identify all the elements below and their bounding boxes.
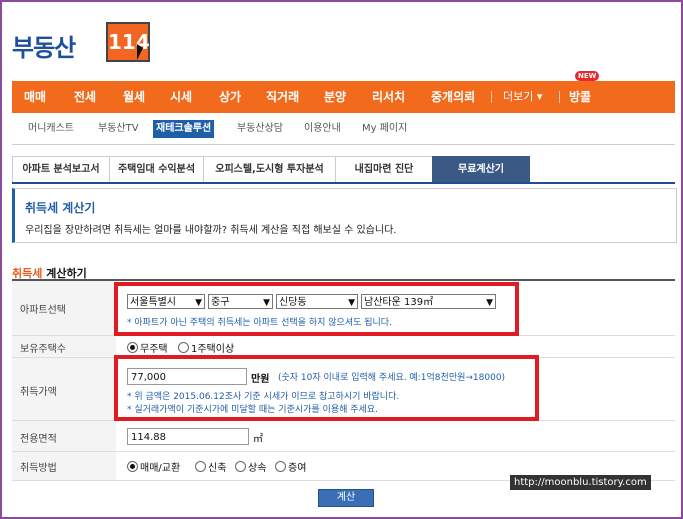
tab-apartment-report[interactable]: 아파트 분석보고서 (12, 156, 110, 182)
tab-officetel-analysis[interactable]: 오피스텔,도시형 투자분석 (203, 156, 336, 182)
watermark: http://moonblu.tistory.com (510, 475, 651, 490)
nav-item-research[interactable]: 리서치 (372, 81, 405, 113)
nav-divider (491, 91, 492, 103)
tab-rental-profit[interactable]: 주택임대 수익분석 (109, 156, 204, 182)
radio-selected-icon (127, 461, 138, 472)
nav-item-more[interactable]: 더보기 ▾ (503, 81, 542, 113)
form-label-apartment: 아파트선택 (12, 281, 116, 335)
tab-bar: 아파트 분석보고서 주택임대 수익분석 오피스텔,도시형 투자분석 내집마련 진… (12, 156, 675, 184)
radio-unselected-icon (235, 461, 246, 472)
radio-one-or-more-house[interactable]: 1주택이상 (178, 340, 234, 355)
radio-selected-icon (127, 342, 138, 353)
radio-unselected-icon (275, 461, 286, 472)
nav-item-presale[interactable]: 분양 (324, 81, 346, 113)
subnav-item-moneycast[interactable]: 머니캐스트 (28, 120, 74, 138)
mouse-cursor-icon (137, 44, 143, 60)
subnav-item-tv[interactable]: 부동산TV (98, 120, 139, 138)
calculate-button[interactable]: 계산 (318, 489, 374, 507)
acquisition-tax-form: 아파트선택 서울특별시 ▼ 중구 ▼ 신당동 ▼ 남산타운 139㎡ ▼ * 아파트가 … (12, 279, 675, 481)
radio-unselected-icon (195, 461, 206, 472)
nav-item-direct-deal[interactable]: 직거래 (266, 81, 299, 113)
calculator-intro: 취득세 계산기 우리집을 장만하려면 취득세는 얼마를 내야할까? 취득세 계산… (12, 188, 677, 243)
highlight-box-price (114, 355, 539, 421)
page-title: 취득세 계산기 (25, 201, 96, 215)
subnav-item-finance-solution[interactable]: 재테크솔루션 (153, 120, 215, 138)
logo-number: 114 (106, 22, 150, 62)
page-description: 우리집을 장만하려면 취득세는 얼마를 내야할까? 취득세 계산을 직접 해보실… (25, 225, 397, 236)
area-unit: ㎡ (253, 434, 263, 445)
nav-item-bangcol[interactable]: 방콜 (569, 81, 591, 113)
nav-item-jeonse[interactable]: 전세 (74, 81, 96, 113)
main-navigation: 매매 전세 월세 시세 상가 직거래 분양 리서치 중개의뢰 더보기 ▾ 방콜 (12, 81, 675, 113)
form-label-price: 취득가액 (12, 358, 116, 420)
tab-home-diagnosis[interactable]: 내집마련 진단 (335, 156, 433, 182)
logo-text: 부동산 (12, 34, 76, 62)
browser-frame: 부동산 114 NEW 매매 전세 월세 시세 상가 직거래 분양 리서치 중개… (0, 0, 683, 519)
nav-item-commercial[interactable]: 상가 (219, 81, 241, 113)
highlight-box-apartment (114, 282, 519, 336)
new-badge: NEW (575, 71, 600, 81)
form-label-houses-owned: 보유주택수 (12, 336, 116, 357)
radio-no-house[interactable]: 무주택 (127, 340, 168, 355)
radio-unselected-icon (178, 342, 189, 353)
form-row-area: 전용면적 114.88 ㎡ (12, 421, 675, 452)
nav-item-monthly-rent[interactable]: 월세 (123, 81, 145, 113)
radio-sale-exchange[interactable]: 매매/교환 (127, 459, 180, 474)
nav-item-market-price[interactable]: 시세 (170, 81, 192, 113)
nav-divider (559, 91, 560, 103)
nav-item-sale[interactable]: 매매 (24, 81, 46, 113)
subnav-item-guide[interactable]: 이용안내 (304, 120, 341, 138)
form-label-area: 전용면적 (12, 421, 116, 451)
form-label-method: 취득방법 (12, 452, 116, 480)
subnav-item-consulting[interactable]: 부동산상담 (237, 120, 283, 138)
radio-gift[interactable]: 증여 (275, 459, 306, 474)
area-input[interactable]: 114.88 (127, 428, 249, 445)
sub-navigation: 머니캐스트 부동산TV 재테크솔루션 부동산상담 이용안내 My 페이지 (12, 114, 675, 145)
radio-new-build[interactable]: 신축 (195, 459, 226, 474)
subnav-item-my-page[interactable]: My 페이지 (362, 120, 407, 138)
tab-free-calculator[interactable]: 무료계산기 (432, 156, 530, 182)
nav-item-brokerage[interactable]: 중개의뢰 (431, 81, 475, 113)
radio-inheritance[interactable]: 상속 (235, 459, 266, 474)
